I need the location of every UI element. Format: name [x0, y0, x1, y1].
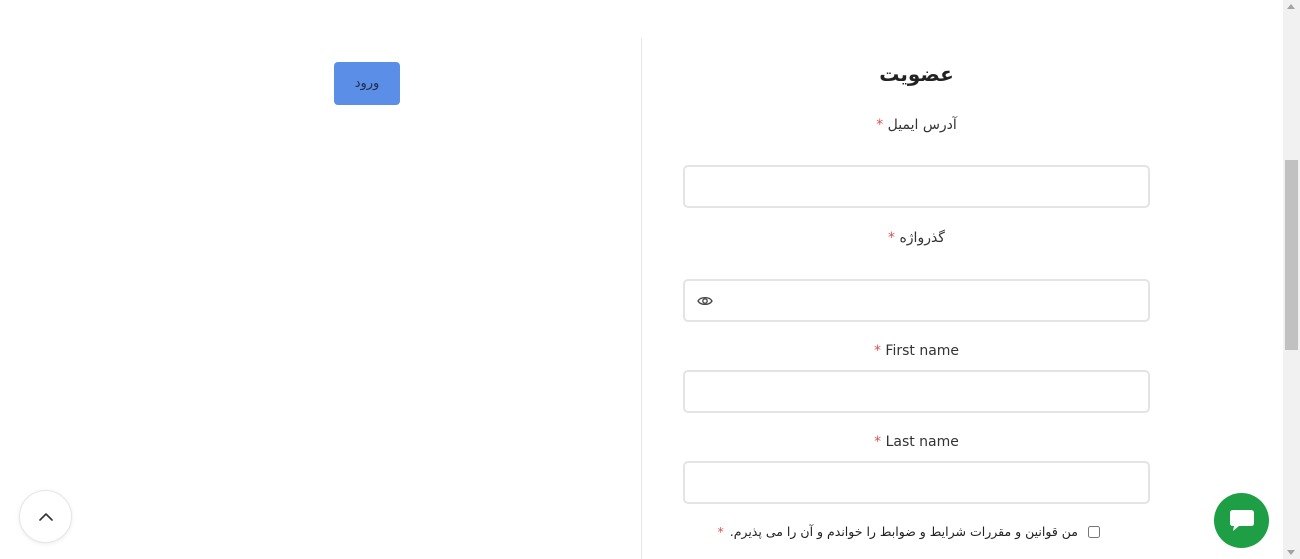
email-label: آدرس ایمیل *: [683, 117, 1150, 133]
scroll-to-top-button[interactable]: [19, 490, 72, 543]
password-field-wrapper: [683, 279, 1150, 322]
required-mark: *: [888, 230, 895, 246]
login-button-label: ورود: [354, 76, 380, 91]
login-button[interactable]: ورود: [334, 62, 400, 105]
password-label: گذرواژه *: [683, 230, 1150, 246]
terms-label: من قوانین و مقررات شرایط و ضوابط را خوان…: [729, 524, 1078, 539]
email-field-wrapper: [683, 165, 1150, 208]
first-name-label-text: First name: [885, 343, 960, 359]
password-label-text: گذرواژه: [899, 230, 945, 246]
chat-bubble-icon: [1229, 509, 1254, 531]
terms-checkbox[interactable]: [1088, 525, 1100, 538]
password-field[interactable]: [685, 281, 1148, 320]
first-name-field[interactable]: [685, 372, 1148, 411]
scrollbar-thumb[interactable]: [1285, 160, 1298, 350]
email-label-text: آدرس ایمیل: [887, 117, 957, 133]
column-divider: [641, 38, 642, 559]
scroll-up-arrow[interactable]: [1287, 4, 1295, 9]
first-name-label: * First name: [683, 343, 1150, 359]
page-scrollbar[interactable]: [1283, 0, 1300, 559]
last-name-field-wrapper: [683, 461, 1150, 504]
required-mark: *: [873, 343, 881, 359]
terms-row[interactable]: من قوانین و مقررات شرایط و ضوابط را خوان…: [717, 524, 1100, 539]
eye-icon[interactable]: [697, 293, 713, 309]
first-name-field-wrapper: [683, 370, 1150, 413]
last-name-label: * Last name: [683, 434, 1150, 450]
scroll-down-arrow[interactable]: [1287, 550, 1295, 555]
last-name-field[interactable]: [685, 463, 1148, 502]
required-mark: *: [717, 524, 724, 539]
chat-button[interactable]: [1214, 493, 1269, 548]
required-mark: *: [876, 117, 884, 133]
email-field[interactable]: [685, 167, 1148, 206]
last-name-label-text: Last name: [885, 434, 959, 450]
required-mark: *: [874, 434, 882, 450]
register-title: عضویت: [879, 62, 954, 86]
chevron-up-icon: [38, 512, 53, 521]
